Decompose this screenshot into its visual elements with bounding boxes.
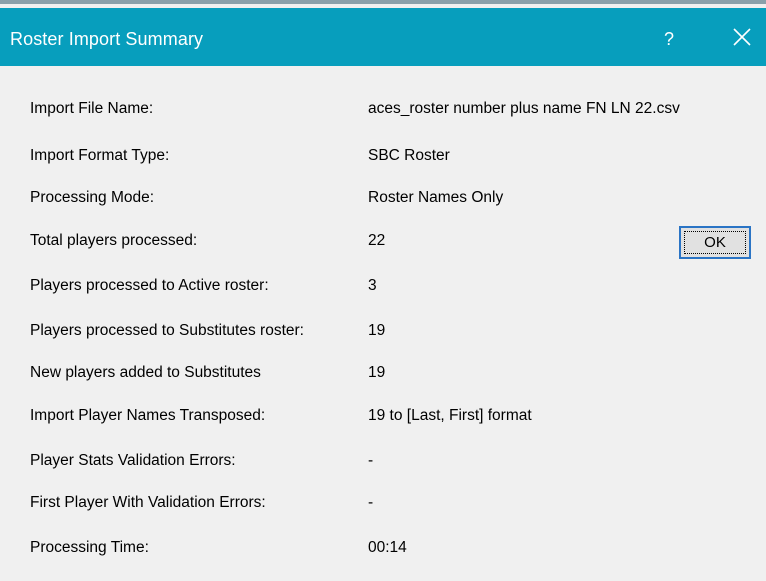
row-label: Players processed to Active roster: bbox=[30, 277, 269, 294]
row-value: 19 bbox=[368, 322, 386, 339]
summary-row-total-players: Total players processed: 22 bbox=[0, 226, 766, 256]
row-value: Roster Names Only bbox=[368, 189, 504, 206]
summary-row-stats-validation-errors: Player Stats Validation Errors: - bbox=[0, 446, 766, 476]
row-label: New players added to Substitutes bbox=[30, 364, 261, 381]
summary-row-first-player-errors: First Player With Validation Errors: - bbox=[0, 488, 766, 518]
row-label: Processing Mode: bbox=[30, 189, 155, 206]
row-value: 19 to [Last, First] format bbox=[368, 407, 532, 424]
close-button[interactable] bbox=[724, 8, 760, 66]
row-label: Total players processed: bbox=[30, 232, 198, 249]
summary-row-import-file-name: Import File Name: aces_roster number plu… bbox=[0, 94, 766, 124]
row-value: 00:14 bbox=[368, 539, 407, 556]
row-value: 19 bbox=[368, 364, 386, 381]
row-label: Players processed to Substitutes roster: bbox=[30, 322, 304, 339]
summary-row-processing-mode: Processing Mode: Roster Names Only bbox=[0, 183, 766, 213]
ok-button[interactable]: OK bbox=[679, 226, 751, 259]
summary-row-names-transposed: Import Player Names Transposed: 19 to [L… bbox=[0, 401, 766, 431]
row-label: Import File Name: bbox=[30, 100, 154, 117]
row-value: aces_roster number plus name FN LN 22.cs… bbox=[368, 100, 680, 117]
row-label: Processing Time: bbox=[30, 539, 149, 556]
row-label: Player Stats Validation Errors: bbox=[30, 452, 236, 469]
title-bar[interactable]: Roster Import Summary ? bbox=[0, 8, 766, 66]
row-value: - bbox=[368, 452, 374, 469]
summary-row-active-roster: Players processed to Active roster: 3 bbox=[0, 271, 766, 301]
dialog-title: Roster Import Summary bbox=[10, 29, 204, 49]
row-value: 3 bbox=[368, 277, 377, 294]
row-value: 22 bbox=[368, 232, 386, 249]
roster-import-summary-dialog: Roster Import Summary ? Import File Name… bbox=[0, 0, 766, 581]
row-label: Import Player Names Transposed: bbox=[30, 407, 266, 424]
summary-row-substitutes-roster: Players processed to Substitutes roster:… bbox=[0, 316, 766, 346]
help-button[interactable]: ? bbox=[654, 8, 684, 66]
summary-row-import-format-type: Import Format Type: SBC Roster bbox=[0, 141, 766, 171]
row-label: First Player With Validation Errors: bbox=[30, 494, 266, 511]
row-value: - bbox=[368, 494, 374, 511]
summary-row-processing-time: Processing Time: 00:14 bbox=[0, 533, 766, 563]
row-value: SBC Roster bbox=[368, 147, 450, 164]
ok-button-label: OK bbox=[684, 231, 746, 254]
close-icon bbox=[733, 28, 751, 46]
summary-row-new-substitutes: New players added to Substitutes 19 bbox=[0, 358, 766, 388]
row-label: Import Format Type: bbox=[30, 147, 170, 164]
